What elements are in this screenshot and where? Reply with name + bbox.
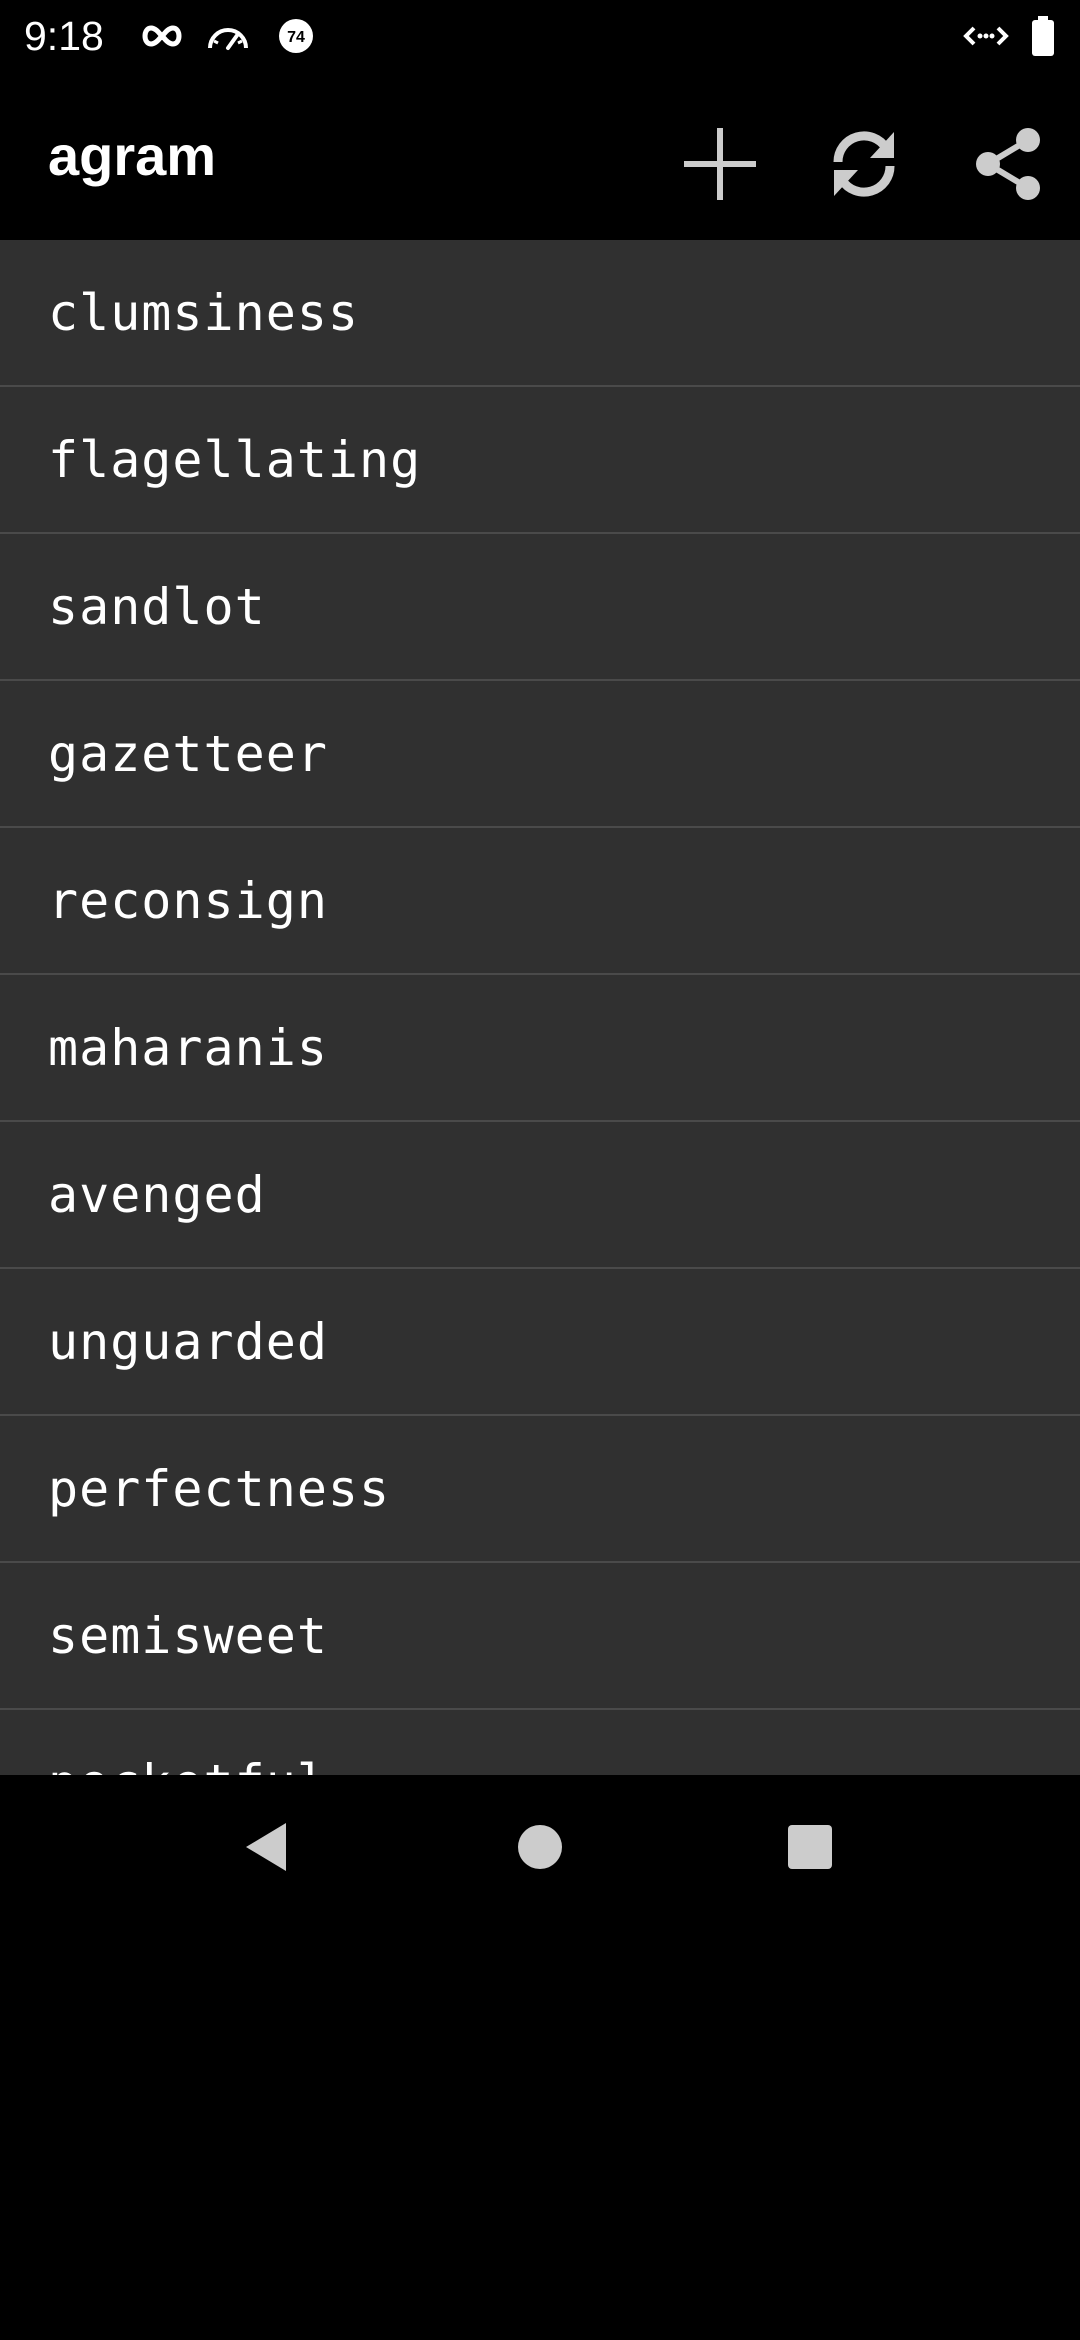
recents-icon <box>788 1825 832 1869</box>
notification-74-icon: 74 <box>274 14 318 58</box>
list-item[interactable]: flagellating <box>0 387 1080 534</box>
list-item-text: pocketful <box>48 1750 328 1775</box>
list-item-text: clumsiness <box>48 284 360 342</box>
list-item-text: maharanis <box>48 1019 328 1077</box>
list-item-text: sandlot <box>48 578 266 636</box>
list-item[interactable]: avenged <box>0 1122 1080 1269</box>
add-icon <box>684 128 756 200</box>
list-item[interactable]: semisweet <box>0 1563 1080 1710</box>
add-button[interactable] <box>672 116 768 212</box>
back-button[interactable] <box>218 1797 318 1897</box>
list-item[interactable]: gazetteer <box>0 681 1080 828</box>
list-item-text: semisweet <box>48 1607 328 1665</box>
list-item[interactable]: pocketful <box>0 1710 1080 1775</box>
share-button[interactable] <box>960 116 1056 212</box>
navigation-bar <box>0 1775 1080 1920</box>
battery-icon <box>1028 14 1058 58</box>
recents-button[interactable] <box>760 1797 860 1897</box>
app-title: agram <box>48 124 217 187</box>
list-item-text: avenged <box>48 1166 266 1224</box>
home-button[interactable] <box>490 1797 590 1897</box>
infinity-icon <box>140 14 184 58</box>
list-item[interactable]: sandlot <box>0 534 1080 681</box>
status-time: 9:18 <box>24 13 104 59</box>
list-item[interactable]: maharanis <box>0 975 1080 1122</box>
speedometer-icon <box>204 14 252 58</box>
list-item[interactable]: unguarded <box>0 1269 1080 1416</box>
list-item-text: unguarded <box>48 1313 328 1371</box>
word-list[interactable]: clumsiness flagellating sandlot gazettee… <box>0 240 1080 1775</box>
data-transfer-icon <box>962 14 1010 58</box>
list-item-text: reconsign <box>48 872 328 930</box>
refresh-button[interactable] <box>816 116 912 212</box>
share-icon <box>976 128 1040 200</box>
list-item-text: flagellating <box>48 431 422 489</box>
notification-badge-number: 74 <box>287 29 305 46</box>
list-item[interactable]: clumsiness <box>0 240 1080 387</box>
status-bar: 9:18 74 <box>0 0 1080 72</box>
app-bar: agram <box>0 72 1080 240</box>
back-icon <box>246 1823 286 1871</box>
list-item-text: gazetteer <box>48 725 328 783</box>
list-item[interactable]: perfectness <box>0 1416 1080 1563</box>
refresh-icon <box>833 131 895 197</box>
list-item[interactable]: reconsign <box>0 828 1080 975</box>
list-item-text: perfectness <box>48 1460 391 1518</box>
home-icon <box>518 1825 562 1869</box>
